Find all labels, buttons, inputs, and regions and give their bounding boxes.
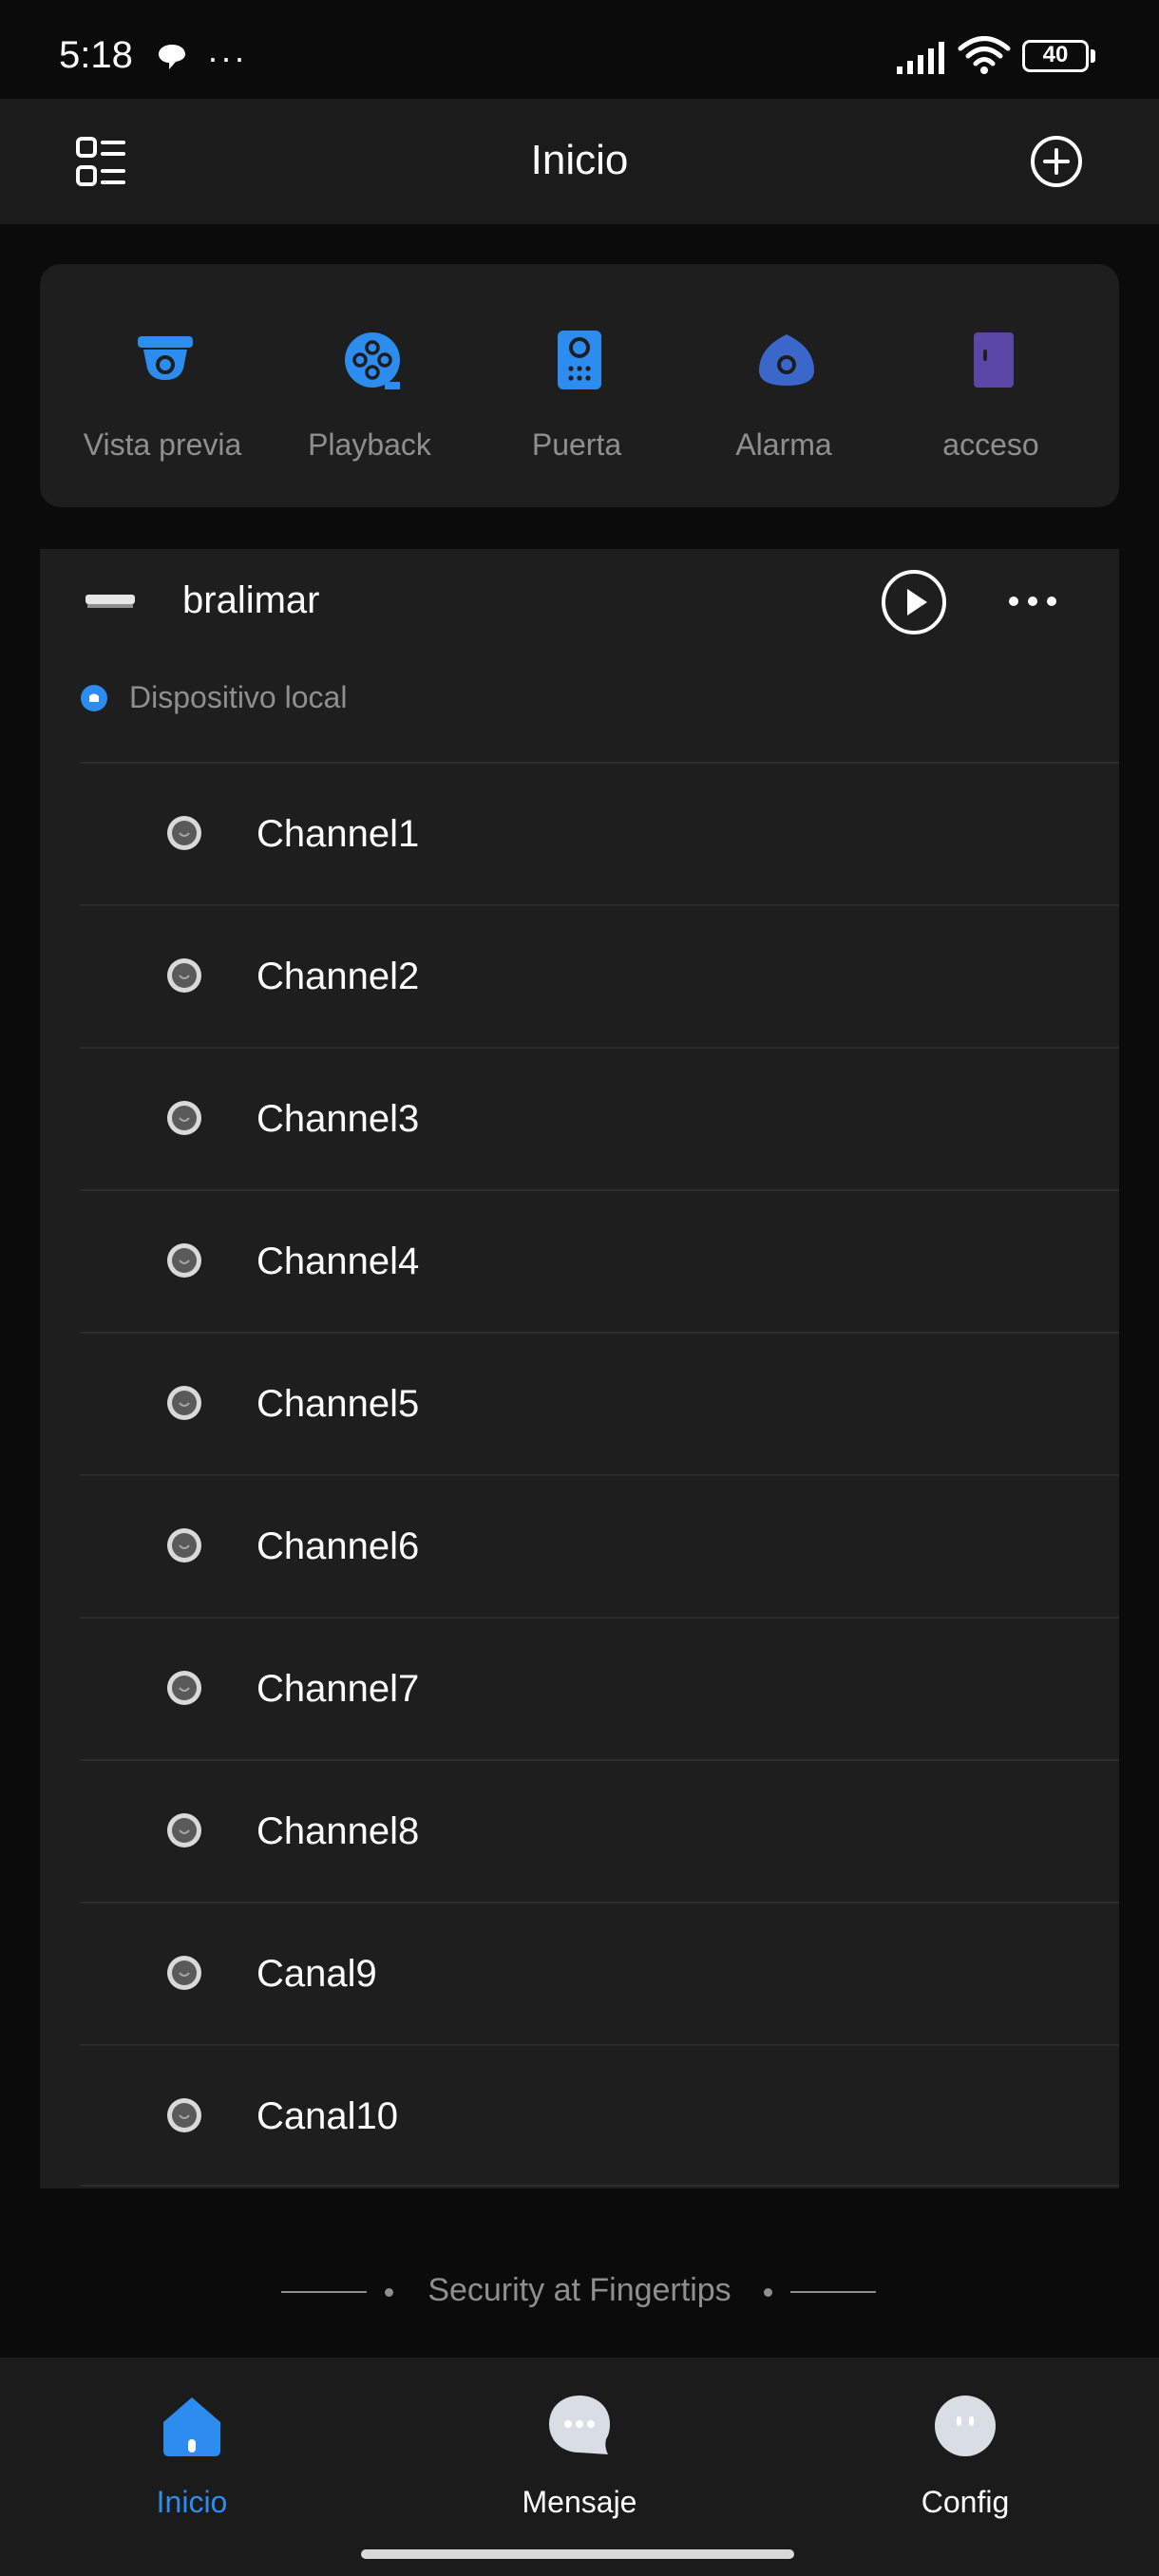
status-more-dots: ··· [207,38,247,77]
quick-action-playback[interactable]: Playback [266,264,473,507]
channel-camera-icon [167,1813,201,1847]
channel-row[interactable]: Canal10 [40,2044,1119,2187]
tagline-divider [790,2291,876,2293]
channel-label: Canal9 [256,1953,377,1995]
more-options-icon[interactable] [1007,587,1058,616]
battery-level: 40 [1042,42,1069,67]
status-time: 5:18 [59,34,133,76]
tagline-text: Security at Fingertips [428,2272,732,2308]
message-icon [549,2396,610,2454]
quick-action-puerta[interactable]: Puerta [473,264,680,507]
quick-action-vista-previa[interactable]: Vista previa [59,264,266,507]
camera-icon [138,336,193,380]
quick-action-label: acceso [942,427,1039,462]
home-icon [163,2397,220,2456]
channel-list: Channel1 Channel2 Channel3 Channel4 Channel5… [40,762,1119,2187]
wifi-icon [958,36,1011,74]
channel-label: Channel3 [256,1098,420,1140]
quick-action-acceso[interactable]: acceso [887,264,1094,507]
page-title: Inicio [530,137,629,183]
channel-camera-icon [167,1386,201,1420]
channel-row[interactable]: Channel8 [40,1759,1119,1902]
channel-camera-icon [167,816,201,850]
channel-row[interactable]: Channel3 [40,1047,1119,1189]
channel-camera-icon [167,1956,201,1990]
channel-label: Channel5 [256,1383,420,1425]
channel-label: Channel2 [256,956,420,997]
tagline: Security at Fingertips [0,2268,1159,2321]
settings-icon [935,2396,996,2456]
local-device-icon [81,685,107,711]
signal-icon [897,42,944,74]
alarm-icon [759,334,814,386]
film-reel-icon [345,332,400,389]
chat-notification-icon [159,45,185,69]
device-card: bralimar Dispositivo local Channel1 Chann… [40,549,1119,2188]
channel-row[interactable]: Channel4 [40,1189,1119,1332]
channel-row[interactable]: Channel6 [40,1474,1119,1617]
device-name: bralimar [182,579,320,621]
add-device-icon[interactable] [1028,133,1085,190]
channel-label: Canal10 [256,2095,399,2137]
bottom-navigation: Inicio Mensaje Config [0,2358,1159,2576]
channel-row[interactable]: Channel7 [40,1617,1119,1759]
battery-tip [1091,49,1095,63]
local-device-group[interactable]: Dispositivo local [40,655,1119,743]
recorder-device-icon [86,595,135,608]
nav-label: Inicio [156,2485,228,2519]
nav-label: Mensaje [522,2485,637,2519]
channel-camera-icon [167,1528,201,1563]
local-device-label: Dispositivo local [129,680,348,714]
channel-camera-icon [167,1101,201,1135]
channel-row[interactable]: Canal9 [40,1902,1119,2044]
nav-item-config[interactable]: Config [823,2358,1108,2548]
channel-row[interactable]: Channel2 [40,904,1119,1047]
play-all-icon[interactable] [880,568,948,636]
channel-camera-icon [167,1671,201,1705]
home-indicator[interactable] [361,2549,794,2559]
channel-label: Channel7 [256,1668,420,1710]
nav-item-inicio[interactable]: Inicio [49,2358,334,2548]
door-icon [974,332,1014,388]
channel-label: Channel4 [256,1241,420,1282]
channel-row[interactable]: Channel5 [40,1332,1119,1474]
channel-camera-icon [167,1243,201,1278]
quick-actions-card: Vista previa Playback Puerta Alarma acce… [40,264,1119,507]
channel-camera-icon [167,958,201,993]
intercom-icon [558,331,601,389]
channel-label: Channel1 [256,813,420,855]
quick-action-alarma[interactable]: Alarma [680,264,887,507]
device-header[interactable]: bralimar [40,549,1119,655]
channel-label: Channel6 [256,1525,420,1567]
channel-row[interactable]: Channel1 [40,762,1119,904]
nav-item-mensaje[interactable]: Mensaje [437,2358,722,2548]
channel-camera-icon [167,2098,201,2132]
app-header: Inicio [0,99,1159,224]
channel-label: Channel8 [256,1810,420,1852]
tagline-dot [764,2288,772,2297]
nav-label: Config [921,2485,1010,2519]
status-bar: 5:18 ··· 40 [0,0,1159,99]
